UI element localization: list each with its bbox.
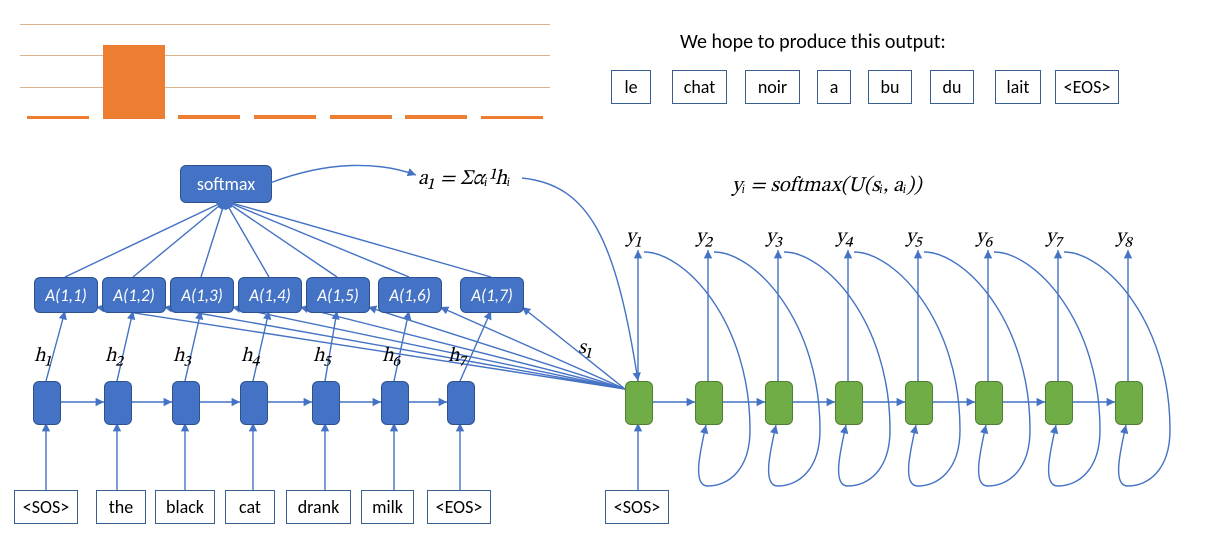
- attention-score-4: A(1,5): [306, 277, 370, 313]
- encoder-cell-3: [240, 381, 268, 425]
- softmax-node: softmax: [180, 165, 272, 203]
- decoder-cell-5: [975, 381, 1003, 425]
- decoder-cell-7: [1115, 381, 1143, 425]
- chart-bar-1: [103, 45, 165, 119]
- encoder-cell-2: [172, 381, 200, 425]
- y-label-2: y₃: [766, 225, 783, 250]
- encoder-cell-4: [312, 381, 340, 425]
- input-token-1: the: [96, 490, 146, 524]
- input-token-0: <SOS>: [14, 490, 78, 524]
- attention-score-0: A(1,1): [34, 277, 98, 313]
- encoder-cell-6: [447, 381, 475, 425]
- output-token-2: noir: [745, 70, 800, 104]
- attention-score-2: A(1,3): [170, 277, 234, 313]
- attention-score-5: A(1,6): [378, 277, 442, 313]
- y-label-3: y₄: [836, 225, 854, 250]
- input-token-6: <EOS>: [427, 490, 491, 524]
- h-label-6: h₇: [448, 344, 467, 369]
- h-label-0: h₁: [34, 344, 52, 369]
- chart-bar-5: [405, 115, 467, 119]
- attention-score-1: A(1,2): [102, 277, 166, 313]
- input-token-3: cat: [225, 490, 275, 524]
- output-token-0: le: [611, 70, 651, 104]
- decoder-cell-1: [695, 381, 723, 425]
- decoder-sos-token: <SOS>: [605, 490, 669, 524]
- y-label-0: y₁: [626, 225, 642, 250]
- h-label-5: h₆: [382, 344, 401, 369]
- output-token-1: chat: [672, 70, 727, 104]
- y-label-5: y₆: [976, 225, 993, 250]
- chart-bar-0: [27, 116, 89, 119]
- attention-bar-chart: [20, 24, 550, 119]
- decoder-cell-2: [765, 381, 793, 425]
- h-label-4: h₅: [313, 344, 332, 369]
- input-token-4: drank: [286, 490, 351, 524]
- decoder-cell-3: [835, 381, 863, 425]
- chart-bar-2: [178, 115, 240, 119]
- encoder-cell-5: [381, 381, 409, 425]
- diagram-root: softmax a₁ = Σαᵢ¹hᵢ yᵢ = softmax(U(sᵢ, a…: [0, 0, 1205, 546]
- output-token-4: bu: [868, 70, 912, 104]
- formula-a1: a₁ = Σαᵢ¹hᵢ: [418, 165, 511, 192]
- h-label-1: h₂: [105, 344, 124, 369]
- input-token-2: black: [155, 490, 215, 524]
- y-label-4: y₅: [906, 225, 923, 250]
- decoder-cell-4: [905, 381, 933, 425]
- attention-score-3: A(1,4): [238, 277, 302, 313]
- h-label-3: h₄: [241, 344, 261, 369]
- y-label-1: y₂: [696, 225, 713, 250]
- decoder-cell-0: [625, 381, 653, 425]
- formula-yi: yᵢ = softmax(U(sᵢ, aᵢ)): [732, 172, 922, 199]
- output-token-6: lait: [995, 70, 1041, 104]
- output-caption: We hope to produce this output:: [680, 30, 946, 54]
- y-label-7: y₈: [1116, 225, 1133, 250]
- encoder-cell-0: [33, 381, 61, 425]
- chart-bar-3: [254, 115, 316, 119]
- y-label-6: y₇: [1046, 225, 1063, 250]
- chart-bar-6: [481, 116, 543, 119]
- encoder-cell-1: [104, 381, 132, 425]
- chart-bar-4: [330, 115, 392, 119]
- attention-score-6: A(1,7): [460, 277, 524, 313]
- s1-label: s₁: [578, 336, 593, 361]
- input-token-5: milk: [361, 490, 414, 524]
- output-token-3: a: [817, 70, 851, 104]
- output-token-7: <EOS>: [1055, 70, 1119, 104]
- h-label-2: h₃: [173, 344, 192, 369]
- output-token-5: du: [930, 70, 974, 104]
- decoder-cell-6: [1045, 381, 1073, 425]
